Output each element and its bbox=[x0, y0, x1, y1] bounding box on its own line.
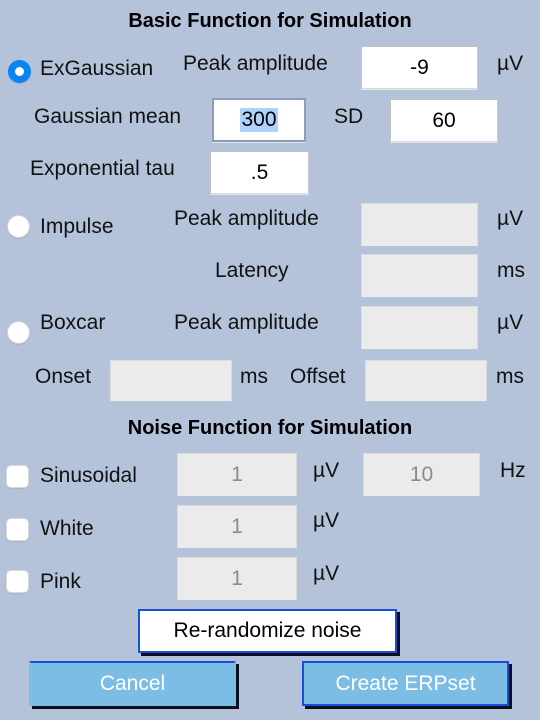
radio-label-impulse: Impulse bbox=[40, 215, 114, 238]
label-boxcar-offset: Offset bbox=[290, 365, 346, 388]
unit-boxcar-peak-amplitude: µV bbox=[497, 311, 524, 334]
input-boxcar-peak-amplitude[interactable] bbox=[361, 306, 478, 350]
radio-boxcar[interactable] bbox=[7, 321, 30, 344]
input-sinusoidal-frequency-value: 10 bbox=[409, 463, 434, 486]
checkbox-label-pink: Pink bbox=[40, 570, 81, 593]
input-sd-value: 60 bbox=[432, 108, 456, 132]
label-impulse-peak-amplitude: Peak amplitude bbox=[174, 207, 319, 230]
label-exgaussian-peak-amplitude: Peak amplitude bbox=[183, 52, 328, 75]
rerandomize-noise-button[interactable]: Re-randomize noise bbox=[138, 609, 397, 653]
input-exgaussian-peak-amplitude-value: -9 bbox=[410, 55, 429, 79]
input-boxcar-offset[interactable] bbox=[365, 360, 487, 402]
input-white-amplitude-value: 1 bbox=[231, 515, 243, 538]
input-gaussian-mean-value: 300 bbox=[240, 108, 278, 132]
input-sinusoidal-amplitude[interactable]: 1 bbox=[177, 453, 297, 497]
label-exponential-tau: Exponential tau bbox=[30, 157, 175, 180]
input-sd[interactable]: 60 bbox=[390, 99, 498, 142]
unit-sinusoidal-amplitude: µV bbox=[313, 459, 340, 482]
input-sinusoidal-frequency[interactable]: 10 bbox=[363, 453, 480, 497]
basic-function-section-title: Basic Function for Simulation bbox=[128, 10, 412, 32]
input-sinusoidal-amplitude-value: 1 bbox=[231, 463, 243, 486]
unit-impulse-latency: ms bbox=[497, 259, 525, 282]
input-exponential-tau[interactable]: .5 bbox=[210, 151, 309, 194]
checkbox-pink[interactable] bbox=[6, 570, 29, 593]
radio-label-exgaussian: ExGaussian bbox=[40, 57, 154, 80]
unit-white-amplitude: µV bbox=[313, 509, 340, 532]
radio-exgaussian[interactable] bbox=[8, 60, 31, 83]
unit-pink-amplitude: µV bbox=[313, 562, 340, 585]
radio-label-boxcar: Boxcar bbox=[40, 311, 106, 334]
input-exgaussian-peak-amplitude[interactable]: -9 bbox=[361, 46, 478, 89]
cancel-button-label: Cancel bbox=[99, 671, 166, 695]
unit-sinusoidal-frequency: Hz bbox=[500, 459, 526, 482]
input-gaussian-mean[interactable]: 300 bbox=[212, 98, 306, 142]
input-pink-amplitude[interactable]: 1 bbox=[177, 557, 297, 601]
input-white-amplitude[interactable]: 1 bbox=[177, 505, 297, 549]
checkbox-white[interactable] bbox=[6, 518, 29, 541]
create-erpset-button[interactable]: Create ERPset bbox=[302, 661, 509, 706]
unit-impulse-peak-amplitude: µV bbox=[497, 207, 524, 230]
input-boxcar-onset[interactable] bbox=[110, 360, 232, 402]
label-boxcar-peak-amplitude: Peak amplitude bbox=[174, 311, 319, 334]
unit-boxcar-onset: ms bbox=[240, 365, 268, 388]
noise-function-section-title: Noise Function for Simulation bbox=[127, 417, 413, 439]
label-impulse-latency: Latency bbox=[215, 259, 289, 282]
cancel-button[interactable]: Cancel bbox=[29, 661, 236, 706]
unit-exgaussian-peak-amplitude: µV bbox=[497, 52, 524, 75]
input-impulse-peak-amplitude[interactable] bbox=[361, 203, 478, 247]
unit-boxcar-offset: ms bbox=[496, 365, 524, 388]
label-gaussian-mean: Gaussian mean bbox=[34, 105, 182, 128]
checkbox-label-sinusoidal: Sinusoidal bbox=[40, 464, 137, 487]
simulation-dialog: Basic Function for Simulation ExGaussian… bbox=[0, 0, 540, 720]
input-impulse-latency[interactable] bbox=[361, 254, 478, 298]
input-exponential-tau-value: .5 bbox=[250, 160, 269, 184]
input-pink-amplitude-value: 1 bbox=[231, 567, 243, 590]
rerandomize-noise-button-label: Re-randomize noise bbox=[173, 619, 362, 642]
radio-impulse[interactable] bbox=[7, 215, 30, 238]
label-boxcar-onset: Onset bbox=[35, 365, 92, 388]
checkbox-label-white: White bbox=[40, 517, 94, 540]
label-sd: SD bbox=[334, 105, 364, 128]
checkbox-sinusoidal[interactable] bbox=[6, 465, 29, 488]
create-erpset-button-label: Create ERPset bbox=[335, 671, 476, 695]
